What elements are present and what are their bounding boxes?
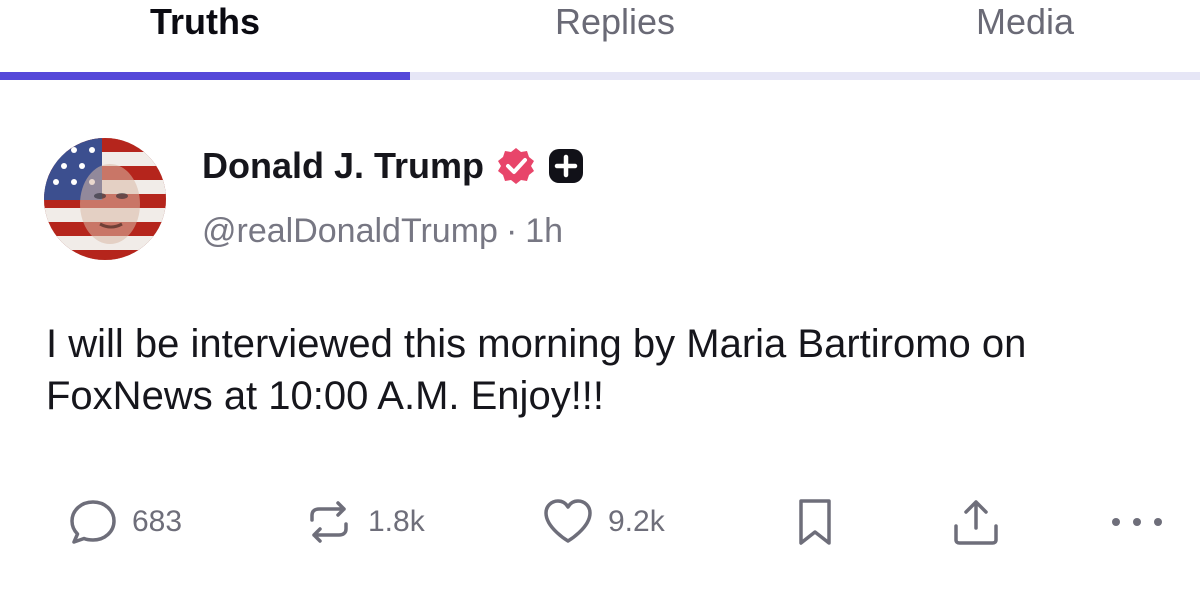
plus-badge-icon — [548, 148, 584, 184]
post-card[interactable]: Donald J. Trump @realDonaldTrump · 1h I wi… — [0, 82, 1200, 600]
post-time[interactable]: 1h — [525, 212, 563, 250]
heart-icon — [540, 495, 596, 549]
retruth-icon — [302, 495, 356, 549]
tab-replies[interactable]: Replies — [410, 0, 820, 72]
profile-tabs: Truths Replies Media — [0, 0, 1200, 82]
reply-count: 683 — [132, 505, 183, 538]
bookmark-icon — [790, 495, 840, 549]
like-count: 9.2k — [608, 505, 665, 538]
retruth-count: 1.8k — [368, 505, 425, 538]
meta-separator: · — [505, 212, 518, 250]
avatar[interactable] — [44, 138, 166, 260]
tab-media[interactable]: Media — [820, 0, 1200, 72]
author-row: Donald J. Trump — [202, 144, 584, 188]
author-meta: @realDonaldTrump · 1h — [202, 212, 563, 251]
reply-button[interactable]: 683 — [66, 492, 182, 552]
more-horizontal-icon — [1108, 512, 1166, 532]
author-handle[interactable]: @realDonaldTrump — [202, 212, 498, 250]
author-name[interactable]: Donald J. Trump — [202, 145, 484, 187]
post-actions: 683 1.8k 9.2k — [0, 492, 1200, 552]
tab-truths[interactable]: Truths — [0, 0, 410, 72]
reply-icon — [66, 495, 120, 549]
verified-badge-icon — [496, 146, 536, 186]
bookmark-button[interactable] — [790, 492, 840, 552]
like-button[interactable]: 9.2k — [540, 492, 665, 552]
post-text: I will be interviewed this morning by Ma… — [46, 322, 1027, 418]
more-options-button[interactable] — [1108, 492, 1166, 552]
active-tab-indicator — [0, 72, 410, 80]
retruth-button[interactable]: 1.8k — [302, 492, 425, 552]
share-icon — [948, 494, 1004, 550]
share-button[interactable] — [948, 492, 1004, 552]
